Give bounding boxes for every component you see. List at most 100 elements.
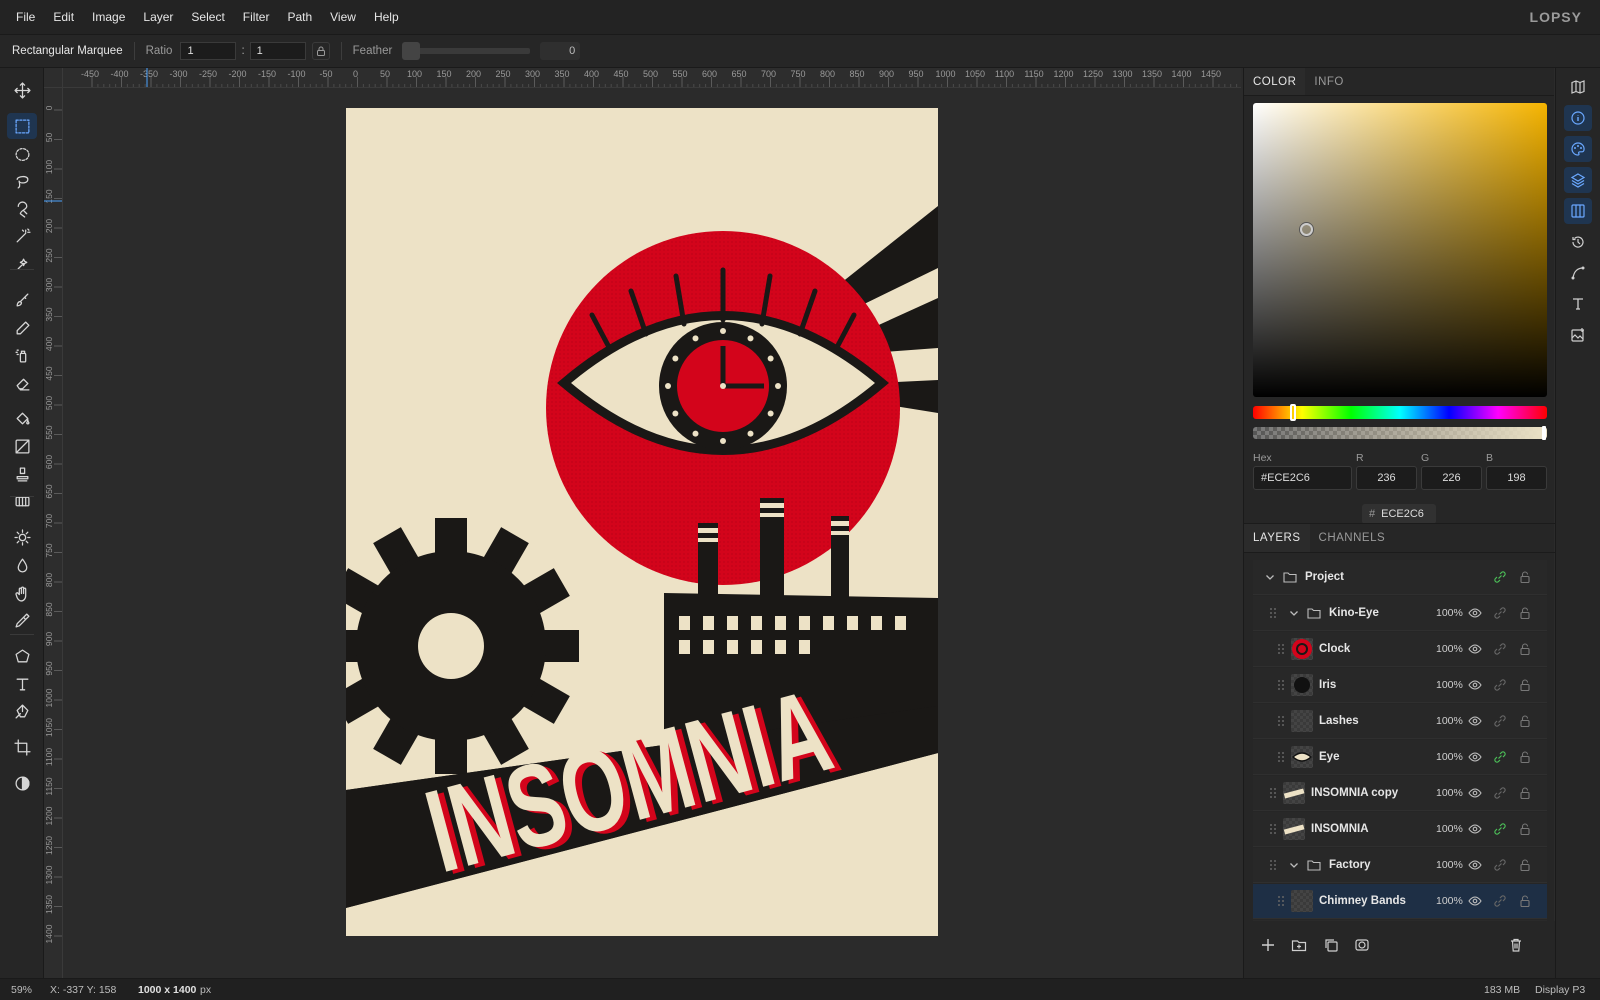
drag-handle-icon[interactable] bbox=[1277, 643, 1285, 655]
tool-rectangular-marquee[interactable] bbox=[7, 113, 37, 139]
tool-pattern-stamp[interactable] bbox=[7, 488, 37, 514]
duplicate-layer-icon[interactable] bbox=[1323, 937, 1339, 953]
visibility-eye-icon[interactable] bbox=[1468, 894, 1482, 908]
lock-layer-icon[interactable] bbox=[1518, 786, 1532, 800]
chevron-down-icon[interactable] bbox=[1265, 572, 1275, 582]
ratio-height-input[interactable] bbox=[249, 42, 306, 60]
tool-quick-select[interactable] bbox=[7, 251, 37, 277]
layers-panel-button[interactable] bbox=[1564, 167, 1592, 193]
alpha-slider-knob[interactable] bbox=[1542, 426, 1546, 440]
layer-opacity[interactable]: 100% bbox=[1436, 787, 1463, 799]
history-panel-button[interactable] bbox=[1564, 229, 1592, 255]
layer-row[interactable]: INSOMNIA 100% bbox=[1253, 812, 1547, 847]
visibility-eye-icon[interactable] bbox=[1468, 750, 1482, 764]
tool-move[interactable] bbox=[7, 77, 37, 103]
chevron-down-icon[interactable] bbox=[1289, 608, 1299, 618]
link-layer-icon[interactable] bbox=[1493, 822, 1507, 836]
link-layer-icon[interactable] bbox=[1493, 894, 1507, 908]
tool-spray[interactable] bbox=[7, 342, 37, 368]
canvas-area[interactable]: INSOMNIA INSOMNIA bbox=[63, 88, 1241, 978]
green-input[interactable]: 226 bbox=[1421, 466, 1482, 490]
layer-opacity[interactable]: 100% bbox=[1436, 679, 1463, 691]
character-panel-button[interactable] bbox=[1564, 291, 1592, 317]
menu-edit[interactable]: Edit bbox=[44, 0, 83, 35]
red-input[interactable]: 236 bbox=[1356, 466, 1417, 490]
lock-layer-icon[interactable] bbox=[1518, 678, 1532, 692]
tool-eraser[interactable] bbox=[7, 370, 37, 396]
document-canvas[interactable]: INSOMNIA INSOMNIA bbox=[346, 108, 938, 936]
menu-select[interactable]: Select bbox=[182, 0, 233, 35]
tab-info[interactable]: INFO bbox=[1305, 68, 1352, 95]
feather-value[interactable]: 0 bbox=[540, 42, 581, 60]
layer-group-row[interactable]: Kino-Eye 100% bbox=[1253, 596, 1547, 631]
visibility-eye-icon[interactable] bbox=[1468, 858, 1482, 872]
feather-slider[interactable] bbox=[402, 42, 532, 60]
tab-channels[interactable]: CHANNELS bbox=[1310, 524, 1395, 552]
drag-handle-icon[interactable] bbox=[1269, 787, 1277, 799]
tool-contrast[interactable] bbox=[7, 770, 37, 796]
layer-group-row[interactable]: Factory 100% bbox=[1253, 848, 1547, 883]
drag-handle-icon[interactable] bbox=[1277, 679, 1285, 691]
link-layer-icon[interactable] bbox=[1493, 714, 1507, 728]
lock-layer-icon[interactable] bbox=[1518, 642, 1532, 656]
menu-help[interactable]: Help bbox=[365, 0, 408, 35]
tool-pencil[interactable] bbox=[7, 315, 37, 341]
tool-clone-stamp[interactable] bbox=[7, 461, 37, 487]
layer-row[interactable]: Eye 100% bbox=[1253, 740, 1547, 775]
layer-row[interactable]: Lashes 100% bbox=[1253, 704, 1547, 739]
info-panel-button[interactable] bbox=[1564, 105, 1592, 131]
visibility-eye-icon[interactable] bbox=[1468, 642, 1482, 656]
drag-handle-icon[interactable] bbox=[1277, 715, 1285, 727]
zoom-level[interactable]: 59% bbox=[11, 984, 32, 996]
visibility-eye-icon[interactable] bbox=[1468, 678, 1482, 692]
chevron-down-icon[interactable] bbox=[1289, 860, 1299, 870]
delete-layer-icon[interactable] bbox=[1508, 937, 1524, 953]
link-layer-icon[interactable] bbox=[1493, 750, 1507, 764]
menu-image[interactable]: Image bbox=[83, 0, 134, 35]
layer-opacity[interactable]: 100% bbox=[1436, 823, 1463, 835]
add-layer-icon[interactable] bbox=[1260, 937, 1276, 953]
tool-elliptical-marquee[interactable] bbox=[7, 141, 37, 167]
channels-panel-button[interactable] bbox=[1564, 198, 1592, 224]
layer-opacity[interactable]: 100% bbox=[1436, 607, 1463, 619]
layer-opacity[interactable]: 100% bbox=[1436, 895, 1463, 907]
lock-layer-icon[interactable] bbox=[1518, 606, 1532, 620]
paths-panel-button[interactable] bbox=[1564, 260, 1592, 286]
visibility-eye-icon[interactable] bbox=[1468, 606, 1482, 620]
lock-layer-icon[interactable] bbox=[1518, 570, 1532, 584]
lock-layer-icon[interactable] bbox=[1518, 858, 1532, 872]
mask-icon[interactable] bbox=[1354, 937, 1370, 953]
drag-handle-icon[interactable] bbox=[1269, 607, 1277, 619]
feather-slider-knob[interactable] bbox=[402, 42, 421, 60]
drag-handle-icon[interactable] bbox=[1269, 823, 1277, 835]
tool-crop[interactable] bbox=[7, 734, 37, 760]
tool-magnetic-lasso[interactable] bbox=[7, 196, 37, 222]
tool-polygon[interactable] bbox=[7, 643, 37, 669]
menu-layer[interactable]: Layer bbox=[134, 0, 182, 35]
drag-handle-icon[interactable] bbox=[1269, 859, 1277, 871]
menu-view[interactable]: View bbox=[321, 0, 365, 35]
layer-row[interactable]: Clock 100% bbox=[1253, 632, 1547, 667]
tool-gradient[interactable] bbox=[7, 433, 37, 459]
current-color-chip[interactable]: # ECE2C6 bbox=[1362, 504, 1436, 524]
tool-dodge[interactable] bbox=[7, 524, 37, 550]
alpha-slider[interactable] bbox=[1253, 426, 1547, 440]
layer-group-row[interactable]: Project bbox=[1253, 560, 1547, 595]
tool-eyedropper[interactable] bbox=[7, 607, 37, 633]
visibility-eye-icon[interactable] bbox=[1468, 822, 1482, 836]
color-picker-handle[interactable] bbox=[1300, 223, 1313, 236]
image-panel-button[interactable] bbox=[1564, 322, 1592, 348]
tool-burn[interactable] bbox=[7, 552, 37, 578]
link-layer-icon[interactable] bbox=[1493, 786, 1507, 800]
layer-opacity[interactable]: 100% bbox=[1436, 751, 1463, 763]
layer-row[interactable]: Iris 100% bbox=[1253, 668, 1547, 703]
tab-layers[interactable]: LAYERS bbox=[1244, 524, 1310, 552]
tool-brush[interactable] bbox=[7, 287, 37, 313]
lock-layer-icon[interactable] bbox=[1518, 822, 1532, 836]
lock-ratio-button[interactable] bbox=[311, 42, 330, 60]
color-panel-button[interactable] bbox=[1564, 136, 1592, 162]
link-layer-icon[interactable] bbox=[1493, 678, 1507, 692]
tab-color[interactable]: COLOR bbox=[1244, 68, 1306, 95]
menu-path[interactable]: Path bbox=[278, 0, 321, 35]
visibility-eye-icon[interactable] bbox=[1468, 786, 1482, 800]
